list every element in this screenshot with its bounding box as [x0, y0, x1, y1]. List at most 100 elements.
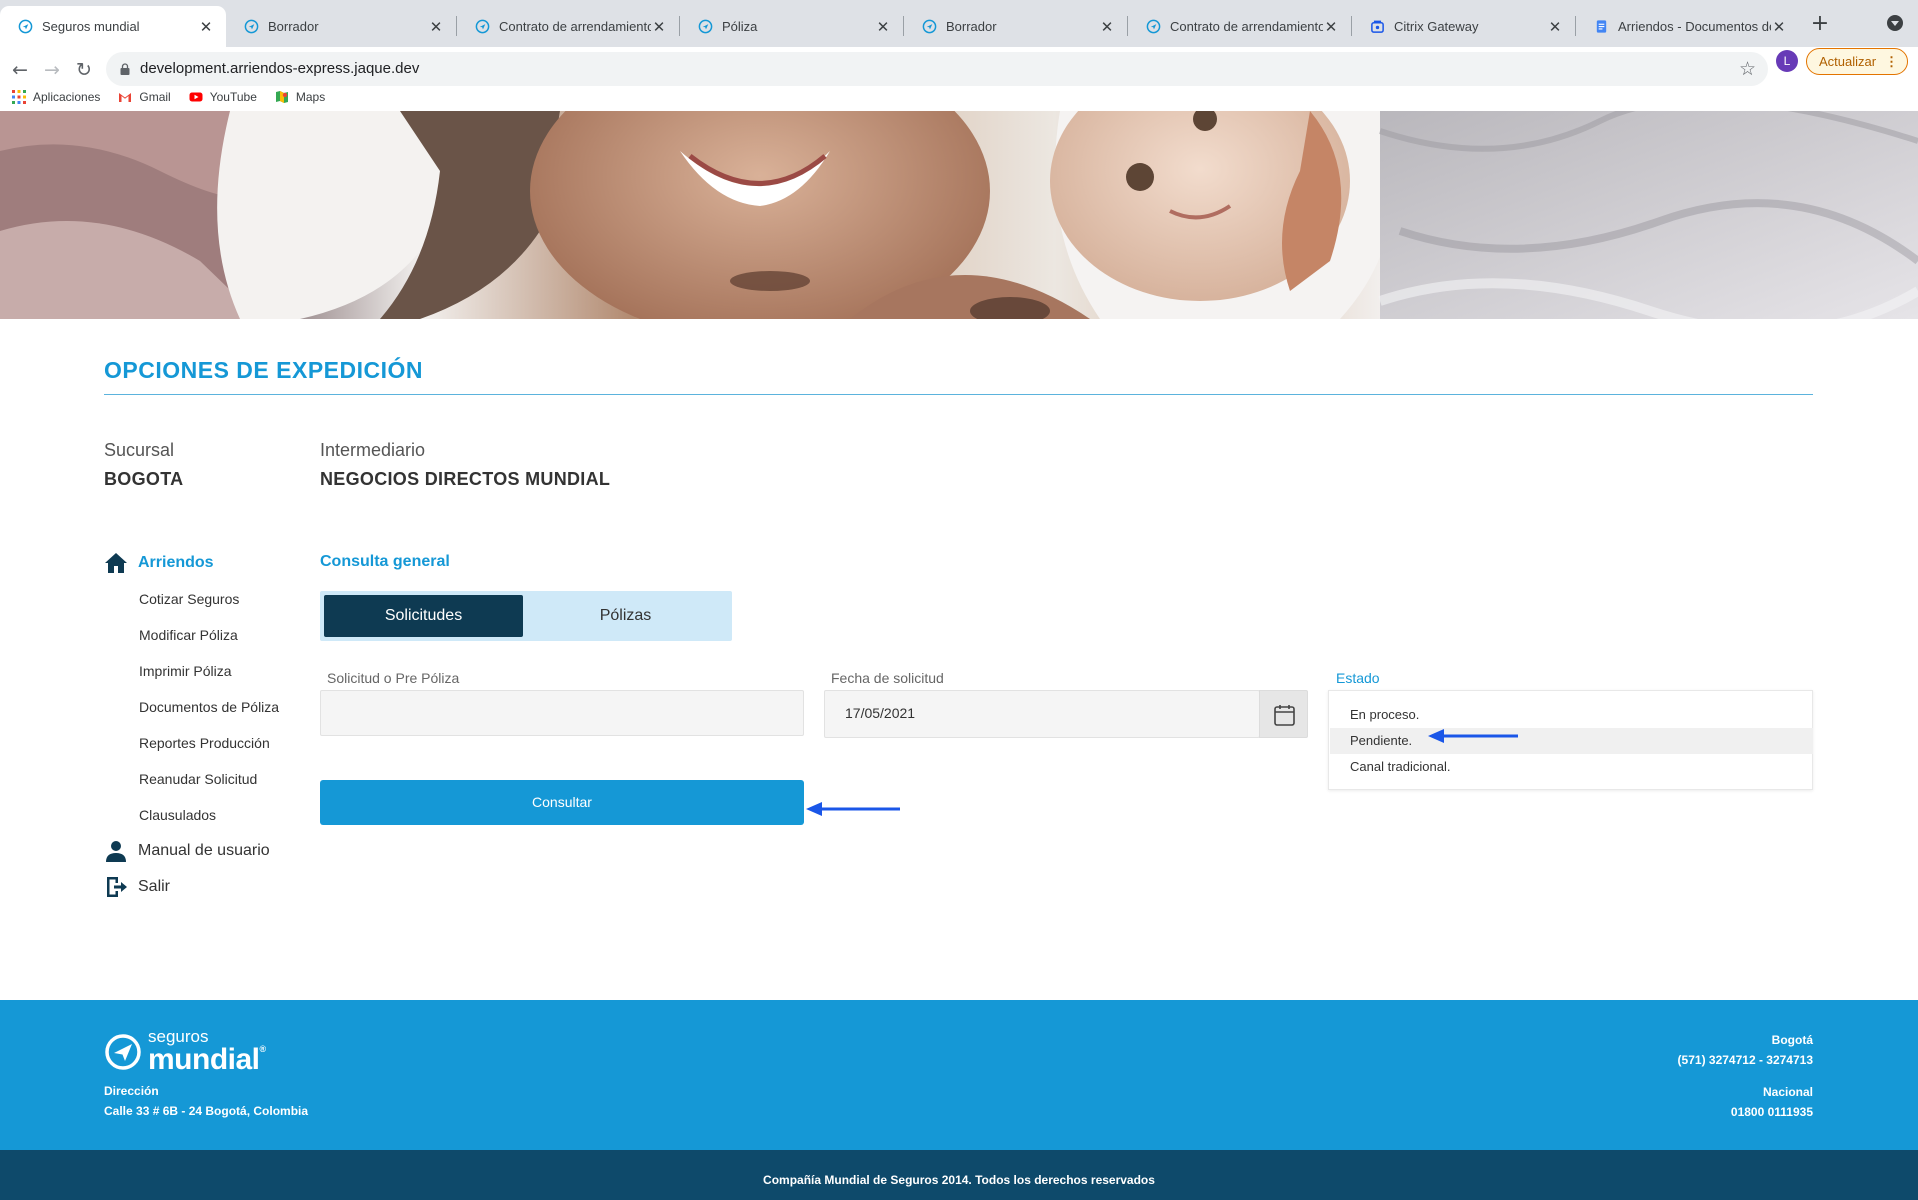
- browser-tab[interactable]: Borrador ✕: [226, 6, 456, 47]
- sidebar-item-manual[interactable]: Manual de usuario: [104, 839, 270, 863]
- footer: seguros mundial® Dirección Calle 33 # 6B…: [0, 1000, 1918, 1150]
- sidebar-item-reanudar[interactable]: Reanudar Solicitud: [139, 771, 257, 787]
- estado-option[interactable]: En proceso.: [1330, 702, 1813, 728]
- user-icon: [106, 841, 126, 862]
- sidebar-item-reportes[interactable]: Reportes Producción: [139, 735, 270, 751]
- gmail-icon: [119, 93, 132, 102]
- close-icon[interactable]: ✕: [875, 19, 891, 35]
- annotation-arrow-icon: [1428, 729, 1518, 743]
- close-icon[interactable]: ✕: [1547, 19, 1563, 35]
- estado-listbox[interactable]: En proceso. Pendiente. Canal tradicional…: [1328, 690, 1813, 790]
- mundial-logo-icon: [105, 1033, 141, 1070]
- copyright-bar: Compañía Mundial de Seguros 2014. Todos …: [0, 1150, 1918, 1200]
- sidebar-item-cotizar[interactable]: Cotizar Seguros: [139, 591, 239, 607]
- intermediario-value: NEGOCIOS DIRECTOS MUNDIAL: [320, 469, 611, 489]
- intermediario-label: Intermediario: [320, 440, 426, 460]
- maps-icon: [275, 91, 288, 103]
- sidebar-item-label: Salir: [138, 878, 171, 895]
- mundial-icon: [244, 19, 259, 34]
- seguros-mundial-logo: seguros mundial®: [104, 1028, 266, 1075]
- mundial-icon: [922, 19, 937, 34]
- forward-arrow-icon[interactable]: →: [41, 59, 63, 81]
- bookmark-youtube[interactable]: YouTube: [189, 90, 257, 104]
- back-arrow-icon[interactable]: ←: [9, 59, 31, 81]
- browser-tab-label: Citrix Gateway: [1394, 19, 1479, 34]
- solicitud-label: Solicitud o Pre Póliza: [327, 670, 460, 686]
- close-icon[interactable]: ✕: [1099, 19, 1115, 35]
- bookmark-label: Aplicaciones: [33, 90, 101, 104]
- home-icon: [105, 553, 127, 573]
- browser-tab[interactable]: Arriendos - Documentos de ✕: [1576, 6, 1799, 47]
- youtube-icon: [189, 92, 203, 102]
- title-divider: [104, 394, 1813, 395]
- sidebar-item-imprimir[interactable]: Imprimir Póliza: [139, 663, 232, 679]
- sidebar-item-modificar[interactable]: Modificar Póliza: [139, 627, 238, 643]
- estado-label: Estado: [1336, 670, 1380, 686]
- calendar-button[interactable]: [1259, 690, 1308, 738]
- browser-tab[interactable]: Seguros mundial ✕: [0, 6, 226, 47]
- tab-search-icon[interactable]: [1887, 15, 1903, 31]
- update-button[interactable]: Actualizar ⋮: [1806, 48, 1908, 75]
- browser-tab-label: Contrato de arrendamiento: [499, 19, 651, 34]
- profile-avatar[interactable]: L: [1776, 50, 1798, 72]
- copyright-text: Compañía Mundial de Seguros 2014. Todos …: [763, 1173, 1155, 1187]
- browser-tab-label: Seguros mundial: [42, 19, 140, 34]
- bookmark-gmail[interactable]: Gmail: [118, 90, 171, 104]
- bookmark-maps[interactable]: Maps: [275, 90, 325, 104]
- consulta-tabs: Solicitudes Pólizas: [320, 591, 732, 641]
- fecha-input[interactable]: 17/05/2021: [824, 690, 1260, 738]
- browser-tab[interactable]: Póliza ✕: [680, 6, 903, 47]
- bookmark-apps[interactable]: Aplicaciones: [12, 90, 100, 104]
- close-icon[interactable]: ✕: [198, 19, 214, 35]
- sucursal-label: Sucursal: [104, 440, 175, 460]
- close-icon[interactable]: ✕: [651, 19, 667, 35]
- new-tab-icon[interactable]: +: [1806, 10, 1834, 38]
- logo-text-main: mundial: [148, 1043, 260, 1076]
- annotation-arrow-icon: [806, 802, 900, 816]
- sidebar-item-clausulados[interactable]: Clausulados: [139, 807, 216, 823]
- estado-option[interactable]: Canal tradicional.: [1330, 754, 1813, 780]
- browser-tab-label: Borrador: [946, 19, 997, 34]
- sidebar-item-arriendos[interactable]: Arriendos: [104, 551, 214, 575]
- close-icon[interactable]: ✕: [1323, 19, 1339, 35]
- reload-icon[interactable]: ↻: [73, 59, 95, 81]
- browser-tab-strip: Seguros mundial ✕ Borrador ✕ Contrato de…: [0, 0, 1918, 47]
- apps-grid-icon: [12, 90, 26, 104]
- bookmark-star-icon[interactable]: ☆: [1739, 58, 1756, 80]
- mundial-icon: [698, 19, 713, 34]
- sidebar-item-salir[interactable]: Salir: [104, 875, 170, 899]
- direccion-label: Dirección: [104, 1084, 159, 1098]
- bookmark-label: Maps: [295, 90, 326, 104]
- logo-registered: ®: [259, 1044, 267, 1054]
- bookmarks-bar: Aplicaciones Gmail YouTube Maps: [0, 84, 343, 110]
- browser-tab-label: Borrador: [268, 19, 319, 34]
- more-vert-icon: ⋮: [1885, 54, 1898, 69]
- tab-solicitudes[interactable]: Solicitudes: [324, 595, 523, 637]
- bookmark-label: YouTube: [209, 90, 257, 104]
- sidebar-item-documentos[interactable]: Documentos de Póliza: [139, 699, 279, 715]
- close-icon[interactable]: ✕: [428, 19, 444, 35]
- hero-banner-image: [0, 111, 1918, 319]
- browser-tab-label: Póliza: [722, 19, 758, 34]
- browser-tab-label: Arriendos - Documentos de: [1618, 19, 1771, 34]
- browser-tab[interactable]: Citrix Gateway ✕: [1352, 6, 1575, 47]
- sidebar-item-label: Manual de usuario: [138, 842, 270, 859]
- consulta-subtitle: Consulta general: [320, 553, 450, 570]
- estado-option-highlighted[interactable]: Pendiente.: [1330, 728, 1813, 754]
- sucursal-value: BOGOTA: [104, 469, 184, 489]
- bogota-label: Bogotá: [1771, 1033, 1813, 1047]
- solicitud-input[interactable]: [320, 690, 804, 736]
- calendar-icon: [1274, 705, 1295, 726]
- mundial-icon: [18, 19, 33, 34]
- consultar-button[interactable]: Consultar: [320, 780, 804, 825]
- logout-icon: [107, 877, 127, 897]
- citrix-icon: [1371, 20, 1384, 33]
- browser-tab[interactable]: Contrato de arrendamiento ✕: [457, 6, 679, 47]
- sidebar-item-label: Arriendos: [138, 554, 214, 571]
- tab-polizas[interactable]: Pólizas: [526, 595, 725, 637]
- browser-tab[interactable]: Borrador ✕: [904, 6, 1127, 47]
- browser-tab[interactable]: Contrato de arrendamiento ✕: [1128, 6, 1351, 47]
- page-title: OPCIONES DE EXPEDICIÓN: [104, 357, 424, 383]
- close-icon[interactable]: ✕: [1771, 19, 1787, 35]
- address-bar[interactable]: development.arriendos-express.jaque.dev …: [106, 52, 1768, 86]
